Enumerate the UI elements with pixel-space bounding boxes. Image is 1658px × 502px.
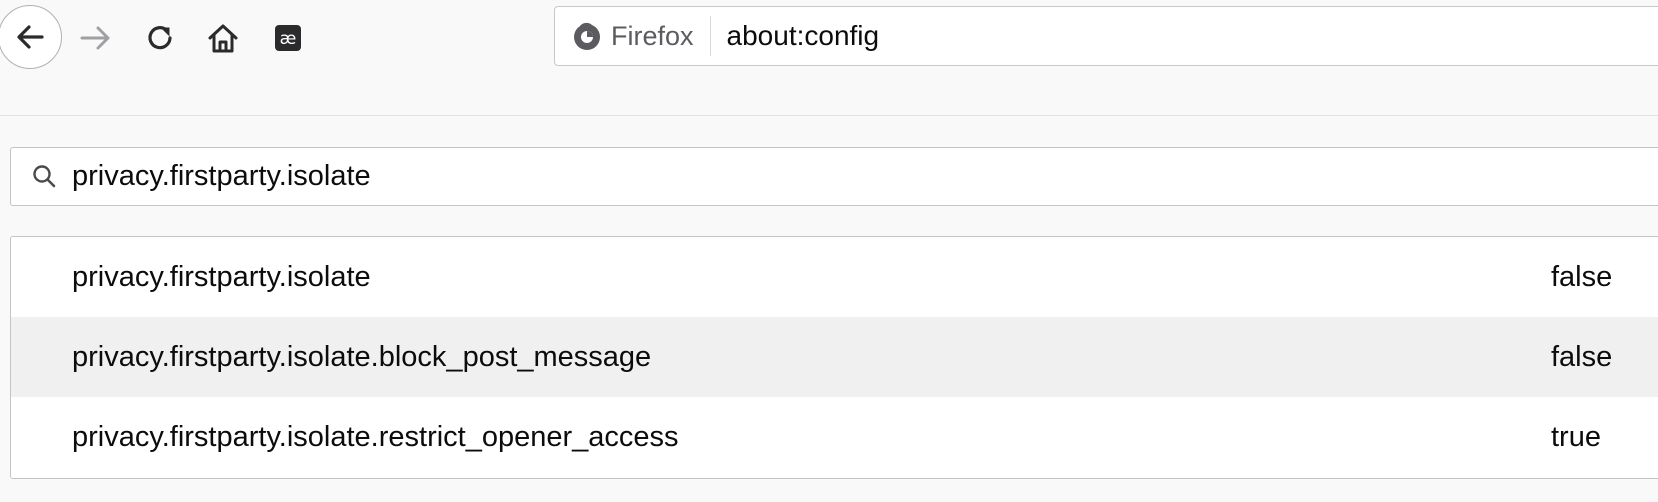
pref-value[interactable]: false: [1551, 261, 1612, 294]
navigation-toolbar: æ Firefox about:config: [0, 0, 1658, 116]
preferences-table: privacy.firstparty.isolate false privacy…: [10, 236, 1658, 479]
arrow-left-icon: [17, 25, 44, 49]
arrow-right-icon: [80, 26, 110, 50]
home-icon: [208, 24, 238, 53]
pref-row[interactable]: privacy.firstparty.isolate false: [11, 237, 1658, 317]
firefox-logo-icon: [574, 22, 600, 50]
pref-row[interactable]: privacy.firstparty.isolate.restrict_open…: [11, 397, 1658, 477]
search-value[interactable]: privacy.firstparty.isolate: [72, 160, 371, 193]
pref-name: privacy.firstparty.isolate: [72, 261, 371, 293]
url-bar[interactable]: Firefox about:config: [554, 6, 1658, 66]
home-button[interactable]: [203, 18, 243, 58]
url-text[interactable]: about:config: [727, 20, 880, 52]
forward-button[interactable]: [76, 20, 116, 56]
pref-value[interactable]: false: [1551, 341, 1612, 374]
pref-value[interactable]: true: [1551, 421, 1601, 454]
identity-label: Firefox: [611, 20, 694, 51]
svg-text:æ: æ: [280, 29, 297, 49]
ae-ligature-icon: æ: [275, 25, 301, 51]
reload-icon: [148, 26, 172, 50]
search-icon: [33, 165, 56, 188]
preference-search-input[interactable]: privacy.firstparty.isolate: [10, 147, 1658, 206]
identity-box[interactable]: Firefox: [555, 16, 711, 56]
extension-button[interactable]: æ: [268, 18, 308, 58]
back-button[interactable]: [0, 5, 62, 69]
pref-name: privacy.firstparty.isolate.block_post_me…: [72, 341, 652, 373]
reload-button[interactable]: [140, 18, 180, 58]
pref-row[interactable]: privacy.firstparty.isolate.block_post_me…: [11, 317, 1658, 397]
pref-name: privacy.firstparty.isolate.restrict_open…: [72, 421, 679, 453]
